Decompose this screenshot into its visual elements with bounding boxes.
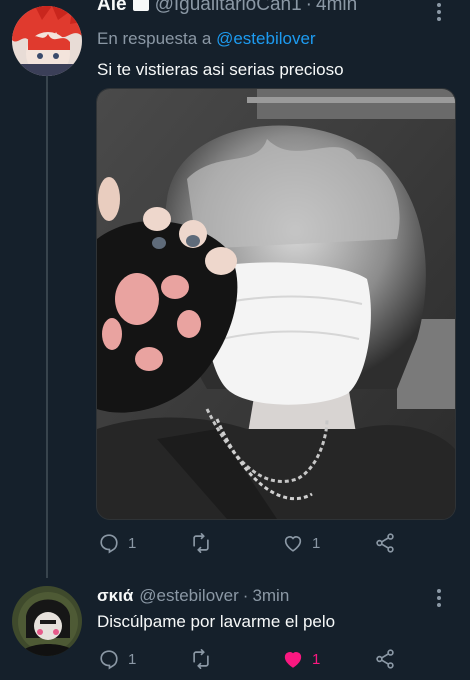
- reply-context: En respuesta a @estebilover: [97, 29, 316, 49]
- timestamp[interactable]: 4min: [316, 0, 357, 16]
- share-icon: [376, 649, 394, 669]
- separator-dot: ·: [242, 586, 249, 605]
- reply-button[interactable]: 1: [98, 532, 136, 554]
- like-button[interactable]: 1: [282, 532, 320, 554]
- avatar-image-dark: [12, 586, 82, 656]
- twitter-thread: Ale @IgualitarioCan1 · 4min En respuesta…: [0, 0, 470, 680]
- avatar[interactable]: [12, 6, 82, 76]
- tweet-text: Discúlpame por lavarme el pelo: [97, 612, 336, 631]
- tweet-actions: 1 1: [96, 532, 436, 558]
- display-name[interactable]: Ale: [97, 0, 127, 16]
- badge-icon: [132, 0, 149, 11]
- heart-icon: [284, 652, 302, 668]
- heart-icon: [284, 536, 302, 552]
- tweet-media-photo[interactable]: [96, 88, 456, 520]
- tweet-header: Ale @IgualitarioCan1 · 4min: [97, 0, 357, 16]
- like-count: 1: [312, 534, 321, 552]
- share-button[interactable]: [374, 532, 396, 554]
- user-handle[interactable]: @estebilover: [139, 586, 238, 606]
- retweet-button[interactable]: [190, 532, 220, 554]
- avatar[interactable]: [12, 586, 82, 656]
- more-icon[interactable]: [436, 588, 442, 611]
- photo-image: [97, 89, 455, 519]
- mention-link[interactable]: @estebilover: [216, 29, 315, 48]
- tweet-actions: 1 1: [96, 648, 436, 674]
- avatar-image-red-hair: [12, 6, 82, 76]
- retweet-icon: [193, 533, 209, 553]
- reply-icon: [100, 650, 118, 670]
- reply-count: 1: [128, 534, 137, 552]
- display-name[interactable]: σκιά: [97, 586, 133, 606]
- more-icon[interactable]: [436, 2, 442, 25]
- reply-count: 1: [128, 650, 137, 668]
- reply-prefix: En respuesta a: [97, 29, 212, 48]
- like-button[interactable]: 1: [282, 648, 320, 670]
- tweet-text: Si te vistieras asi serias precioso: [97, 60, 344, 79]
- reply-icon: [100, 534, 118, 554]
- reply-button[interactable]: 1: [98, 648, 136, 670]
- share-button[interactable]: [374, 648, 396, 670]
- retweet-button[interactable]: [190, 648, 220, 670]
- user-handle[interactable]: @IgualitarioCan1: [155, 0, 302, 16]
- share-icon: [376, 533, 394, 553]
- timestamp[interactable]: 3min: [252, 586, 289, 606]
- like-count: 1: [312, 650, 321, 668]
- tweet-header: σκιά @estebilover · 3min: [97, 586, 289, 606]
- separator-dot: ·: [305, 0, 312, 15]
- retweet-icon: [193, 649, 209, 669]
- thread-connector-line: [46, 76, 48, 578]
